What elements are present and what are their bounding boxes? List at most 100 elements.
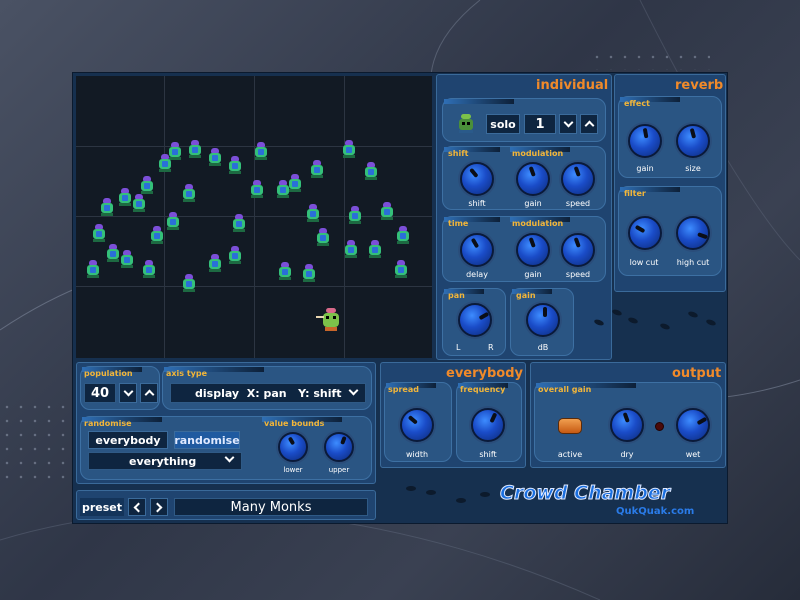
monk-icon[interactable] [304,204,322,222]
spread-width-knob[interactable] [400,408,434,442]
monk-icon[interactable] [346,206,364,224]
lower-bound-knob[interactable] [278,432,308,462]
monk-icon[interactable] [140,260,158,278]
modulation-gain-knob[interactable] [516,162,550,196]
monk-icon[interactable] [90,224,108,242]
pan-section-label: pan [448,291,465,300]
monk-icon[interactable] [378,202,396,220]
modulation-speed-knob[interactable] [561,162,595,196]
reverb-size-knob[interactable] [676,124,710,158]
monk-icon[interactable] [206,254,224,272]
shift-knob[interactable] [460,162,494,196]
frequency-shift-label: shift [479,450,497,459]
monk-icon[interactable] [186,140,204,158]
monk-avatar-icon [456,114,476,134]
preset-previous-button[interactable] [128,498,146,516]
chevron-right-icon [152,502,163,512]
dry-knob[interactable] [610,408,644,442]
delay-knob[interactable] [460,233,494,267]
randomise-mode-value: everything [129,454,197,468]
dot-grid-decoration [0,400,70,480]
monk-icon[interactable] [300,264,318,282]
modulation2-speed-knob[interactable] [561,233,595,267]
monk-icon[interactable] [98,198,116,216]
monk-icon[interactable] [340,140,358,158]
monk-icon[interactable] [314,228,332,246]
monk-icon[interactable] [394,226,412,244]
delay-knob-label: delay [466,270,488,279]
wet-knob[interactable] [676,408,710,442]
pan-right-label: R [488,343,494,352]
preset-next-button[interactable] [150,498,168,516]
chevron-left-icon [133,502,144,512]
population-down-button[interactable] [119,383,137,403]
randomise-mode-dropdown[interactable]: everything [88,452,242,470]
monk-icon[interactable] [230,214,248,232]
modulation2-gain-knob[interactable] [516,233,550,267]
frequency-shift-knob[interactable] [471,408,505,442]
everybody-title: everybody [446,366,524,381]
monk-icon[interactable] [366,240,384,258]
population-up-button[interactable] [140,383,158,403]
crowd-display[interactable] [76,76,432,358]
active-toggle[interactable] [558,418,582,434]
modulation2-section-label: modulation [512,219,564,228]
monk-icon[interactable] [148,226,166,244]
monk-icon[interactable] [84,260,102,278]
gain-section-label: gain [516,291,536,300]
preset-name-field[interactable]: Many Monks [174,498,368,516]
population-value[interactable]: 40 [84,383,116,403]
high-cut-knob[interactable] [676,216,710,250]
chevron-down-icon [123,386,133,396]
monk-icon[interactable] [138,176,156,194]
product-logo: Crowd Chamber [499,482,671,505]
reverb-gain-knob[interactable] [628,124,662,158]
monk-icon[interactable] [392,260,410,278]
voice-number-field[interactable]: 1 [524,114,556,134]
pan-left-label: L [456,343,461,352]
pan-knob[interactable] [458,303,492,337]
monk-icon[interactable] [248,180,266,198]
time-section-label: time [448,219,469,228]
monk-icon[interactable] [226,156,244,174]
monk-icon[interactable] [118,250,136,268]
output-title: output [672,366,722,381]
overall-gain-label: overall gain [538,385,592,394]
modulation-gain-label: gain [524,199,542,208]
monk-icon[interactable] [206,148,224,166]
monk-icon[interactable] [308,160,326,178]
spread-width-label: width [405,450,429,459]
monk-icon[interactable] [180,184,198,202]
monk-icon[interactable] [180,274,198,292]
monk-icon[interactable] [226,246,244,264]
preset-label: preset [80,498,124,516]
high-cut-label: high cut [676,258,710,267]
monk-icon[interactable] [252,142,270,160]
shift-knob-label: shift [468,199,486,208]
dry-label: dry [620,450,634,459]
axis-type-dropdown[interactable]: display X: pan Y: shift [170,383,366,403]
low-cut-knob[interactable] [628,216,662,250]
modulation2-gain-label: gain [524,270,542,279]
low-cut-label: low cut [629,258,659,267]
randomise-button[interactable]: randomise [174,431,240,449]
monk-icon[interactable] [286,174,304,192]
population-label: population [84,369,133,378]
randomise-target-button[interactable]: everybody [88,431,168,449]
modulation-section-label: modulation [512,149,564,158]
dot-grid-decoration-top [590,50,710,70]
monk-icon[interactable] [342,240,360,258]
monk-icon[interactable] [164,212,182,230]
monk-icon[interactable] [156,154,174,172]
voice-up-button[interactable] [580,114,598,134]
chevron-up-icon [144,389,154,400]
monk-icon[interactable] [130,194,148,212]
selected-monk-icon[interactable] [316,308,342,332]
voice-down-button[interactable] [559,114,577,134]
monk-icon[interactable] [276,262,294,280]
individual-gain-knob[interactable] [526,303,560,337]
active-label: active [557,450,583,459]
upper-bound-knob[interactable] [324,432,354,462]
monk-icon[interactable] [362,162,380,180]
solo-button[interactable]: solo [486,114,520,134]
